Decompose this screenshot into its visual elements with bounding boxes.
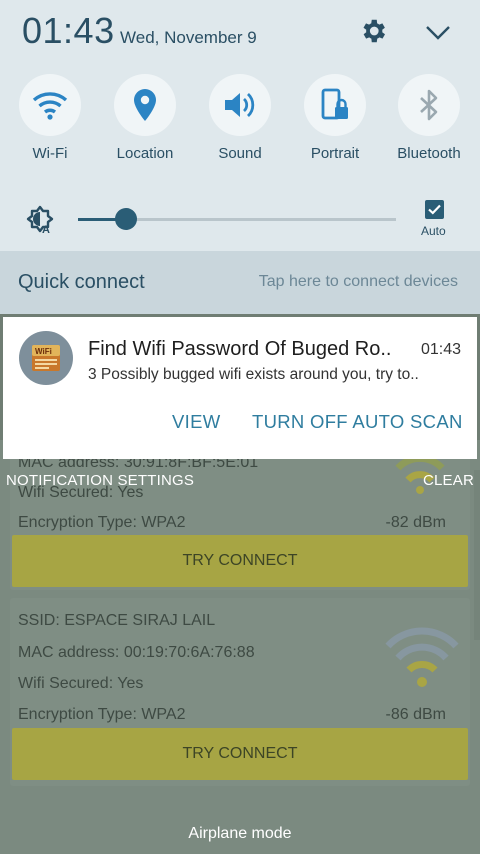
wifi-signal-icon (385, 627, 459, 687)
qs-wifi-circle (19, 74, 81, 136)
location-pin-icon (134, 89, 156, 121)
notification-settings-button[interactable]: NOTIFICATION SETTINGS (6, 472, 194, 489)
checkmark-icon (428, 204, 441, 215)
svg-text:WiFi: WiFi (35, 347, 52, 356)
auto-brightness-label: Auto (421, 224, 446, 238)
qs-location-toggle[interactable]: Location (97, 74, 193, 162)
wifi-app-logo-icon: WiFi (32, 345, 60, 371)
bluetooth-icon (420, 89, 438, 121)
qs-sound-label: Sound (218, 145, 262, 162)
qs-sound-circle (209, 74, 271, 136)
background-app: MAC address: 30:91:8F:BF:5E:01 Wifi Secu… (0, 440, 480, 854)
chevron-down-icon[interactable] (424, 20, 452, 44)
clock-time: 01:43 (22, 10, 115, 51)
qs-portrait-label: Portrait (310, 145, 360, 162)
qs-location-label: Location (116, 145, 174, 162)
scrollbar[interactable] (474, 470, 480, 640)
gear-icon[interactable] (358, 16, 388, 46)
ssid-text: SSID: ESPACE SIRAJ LAIL (18, 612, 216, 629)
quick-connect-hint: Tap here to connect devices (258, 273, 458, 290)
qs-wifi-label: Wi-Fi (32, 145, 68, 162)
encryption-type-text: Encryption Type: WPA2 (18, 706, 186, 723)
notification-time: 01:43 (420, 341, 461, 358)
qs-wifi-toggle[interactable]: Wi-Fi (2, 74, 98, 162)
qs-portrait-circle (304, 74, 366, 136)
quick-connect-bar[interactable]: Quick connect Tap here to connect device… (0, 251, 480, 314)
auto-brightness-icon: A (26, 205, 54, 235)
app-icon: WiFi (19, 331, 73, 385)
qs-bluetooth-label: Bluetooth (397, 145, 461, 162)
svg-text:A: A (42, 224, 50, 235)
qs-location-circle (114, 74, 176, 136)
quick-connect-title: Quick connect (18, 271, 145, 293)
notification-card[interactable]: WiFi Find Wifi Password Of Buged Ro.. 01… (3, 317, 477, 459)
wifi-icon (32, 92, 68, 120)
signal-strength-text: -82 dBm (385, 514, 446, 531)
wifi-card-1: MAC address: 30:91:8F:BF:5E:01 Wifi Secu… (10, 440, 470, 590)
wifi-secured-text: Wifi Secured: Yes (18, 675, 144, 692)
auto-brightness-checkbox[interactable] (425, 200, 444, 219)
notification-shade: 01:43 Wed, November 9 Wi-Fi Location Sou… (0, 0, 480, 314)
try-connect-button[interactable]: TRY CONNECT (12, 535, 468, 587)
qs-bluetooth-toggle[interactable]: Bluetooth (381, 74, 477, 162)
clear-button[interactable]: CLEAR (423, 472, 474, 489)
speaker-icon (225, 92, 255, 118)
encryption-type-text: Encryption Type: WPA2 (18, 514, 186, 531)
notification-body: 3 Possibly bugged wifi exists around you… (88, 366, 419, 383)
airplane-mode-label: Airplane mode (188, 825, 292, 842)
signal-strength-text: -86 dBm (385, 706, 446, 723)
view-button[interactable]: VIEW (172, 411, 220, 433)
qs-portrait-toggle[interactable]: Portrait (287, 74, 383, 162)
clock-date: Wed, November 9 (120, 28, 257, 47)
try-connect-button[interactable]: TRY CONNECT (12, 728, 468, 780)
qs-sound-toggle[interactable]: Sound (192, 74, 288, 162)
brightness-slider-thumb[interactable] (114, 208, 137, 230)
qs-bluetooth-circle (398, 74, 460, 136)
notification-title: Find Wifi Password Of Buged Ro.. (88, 338, 392, 360)
wifi-card-2: SSID: ESPACE SIRAJ LAIL MAC address: 00:… (10, 598, 470, 786)
turn-off-auto-scan-button[interactable]: TURN OFF AUTO SCAN (252, 411, 463, 433)
mac-address-text: MAC address: 00:19:70:6A:76:88 (18, 644, 255, 661)
rotation-lock-icon (321, 88, 348, 120)
